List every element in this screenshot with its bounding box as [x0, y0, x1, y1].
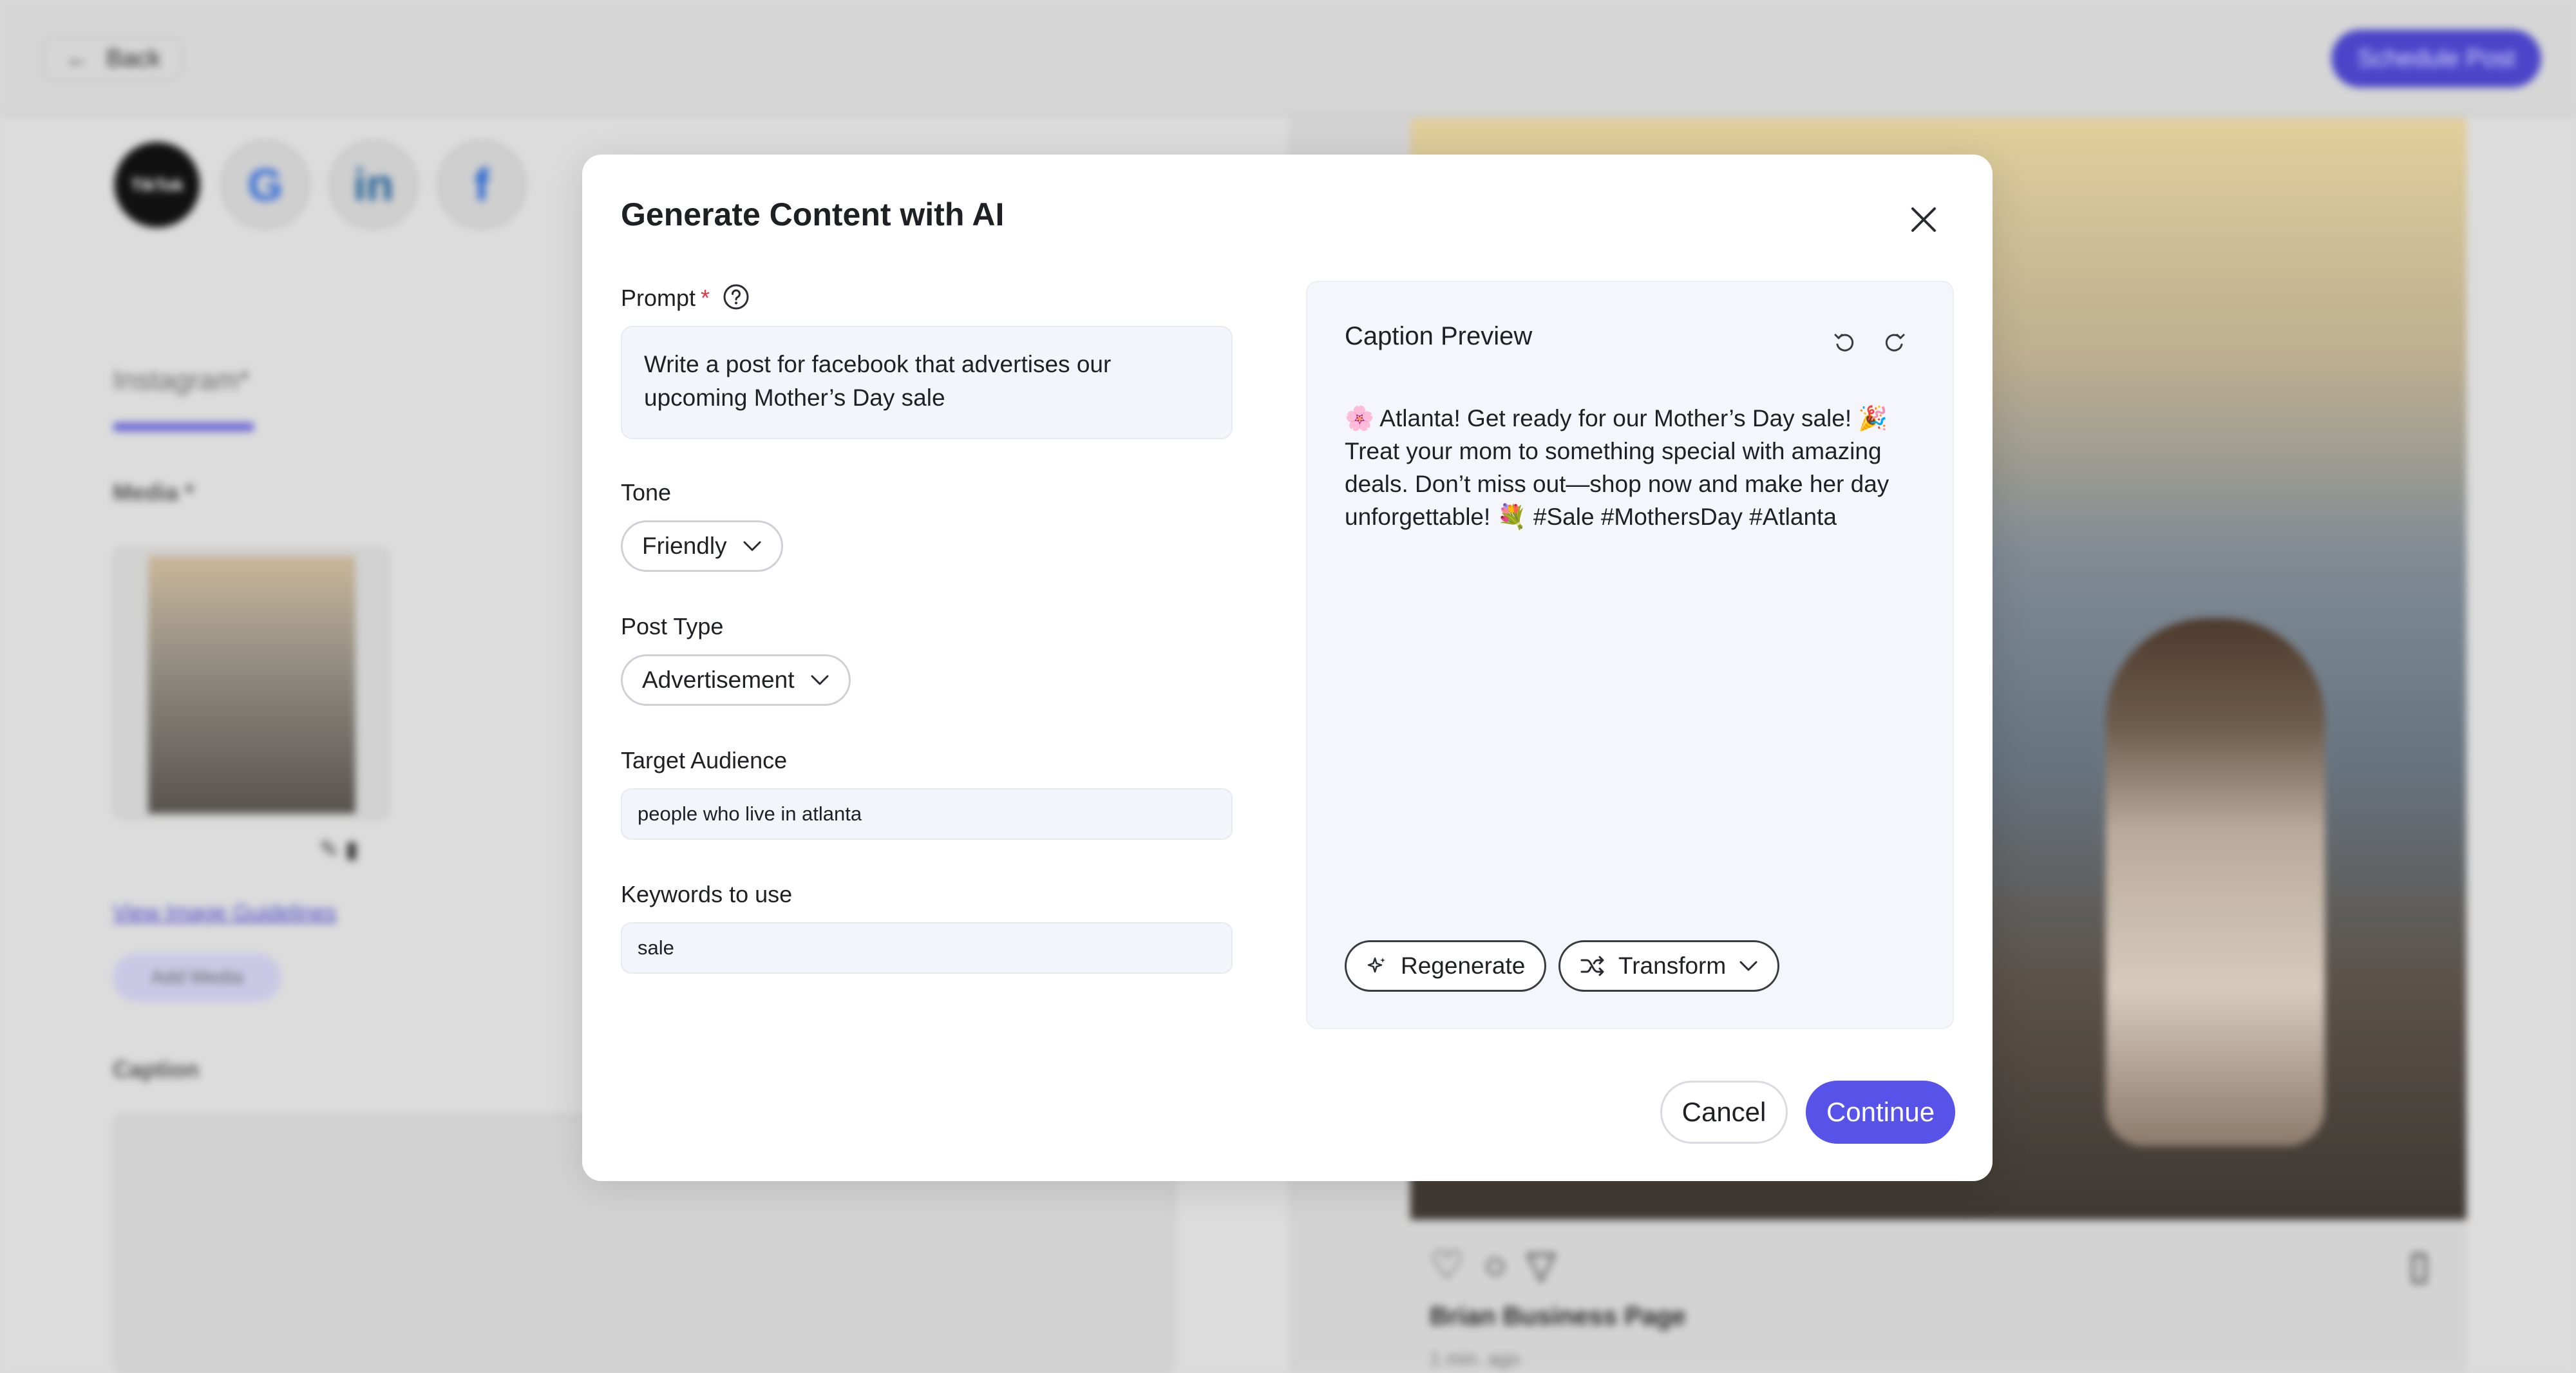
shuffle-icon — [1580, 956, 1604, 976]
tone-dropdown[interactable]: Friendly — [621, 520, 783, 572]
chevron-down-icon — [811, 675, 828, 685]
help-icon[interactable] — [723, 283, 750, 310]
caption-preview-panel: Caption Preview 🌸 Atlanta! Get ready for… — [1306, 281, 1954, 1029]
heart-icon: ♡ — [1430, 1244, 1484, 1287]
share-icon: ▽ — [1526, 1244, 1576, 1287]
tab-instagram[interactable]: Instagram* — [113, 365, 250, 397]
tone-label: Tone — [621, 479, 672, 506]
back-label: Back — [106, 44, 161, 72]
prompt-label: Prompt * — [621, 285, 710, 312]
arrow-left-icon: ← — [65, 44, 90, 72]
schedule-post-button[interactable]: Schedule Post — [2331, 30, 2541, 88]
redo-icon[interactable] — [1883, 331, 1906, 354]
back-button[interactable]: ← Back — [41, 36, 183, 81]
undo-icon[interactable] — [1833, 331, 1856, 354]
keywords-label: Keywords to use — [621, 881, 793, 907]
prompt-label-text: Prompt — [621, 285, 696, 311]
required-mark: * — [701, 285, 710, 311]
regenerate-label: Regenerate — [1401, 952, 1526, 979]
generate-content-modal: Generate Content with AI Prompt * Write a… — [582, 155, 1993, 1181]
post-type-label: Post Type — [621, 613, 724, 639]
caption-preview-title: Caption Preview — [1345, 322, 1533, 350]
prompt-textarea[interactable]: Write a post for facebook that advertise… — [621, 326, 1233, 439]
post-type-dropdown[interactable]: Advertisement — [621, 654, 851, 706]
regenerate-button[interactable]: Regenerate — [1345, 940, 1547, 992]
modal-title: Generate Content with AI — [621, 196, 1005, 232]
trash-icon[interactable]: ▮ — [345, 836, 358, 862]
keywords-input[interactable]: sale — [621, 922, 1233, 974]
pencil-icon[interactable]: ✎ — [319, 836, 339, 862]
tone-value: Friendly — [642, 533, 727, 559]
comment-icon: ○ — [1483, 1244, 1527, 1287]
post-time: 1 min. ago — [1430, 1349, 1520, 1370]
target-audience-input[interactable]: people who live in atlanta — [621, 788, 1233, 840]
transform-label: Transform — [1618, 952, 1727, 979]
post-action-icons: ♡○▽ — [1430, 1243, 1575, 1288]
target-audience-label: Target Audience — [621, 747, 788, 773]
media-edit-icons[interactable]: ✎ ▮ — [319, 836, 358, 863]
tiktok-account-icon[interactable]: TikTok — [113, 140, 202, 229]
transform-dropdown-button[interactable]: Transform — [1558, 940, 1780, 992]
caption-preview-text: 🌸 Atlanta! Get ready for our Mother’s Da… — [1345, 405, 1889, 530]
page-name: Brian Business Page — [1430, 1302, 1686, 1330]
chevron-down-icon — [1739, 961, 1757, 971]
post-type-value: Advertisement — [642, 667, 795, 693]
google-account-icon[interactable]: G — [221, 140, 310, 229]
continue-button[interactable]: Continue — [1806, 1081, 1955, 1144]
facebook-account-icon[interactable]: f — [437, 140, 526, 229]
chevron-down-icon — [743, 541, 761, 551]
media-thumbnail[interactable] — [148, 556, 355, 813]
cancel-button[interactable]: Cancel — [1660, 1081, 1788, 1144]
caption-label: Caption — [113, 1056, 199, 1083]
add-media-button[interactable]: Add Media — [113, 953, 281, 1002]
sparkle-icon — [1367, 957, 1385, 973]
top-bar: ← Back Schedule Post — [0, 0, 2576, 116]
active-tab-indicator — [113, 422, 254, 431]
media-thumbnail-card — [113, 547, 390, 819]
bookmark-icon: ▯ — [2409, 1244, 2430, 1287]
linkedin-account-icon[interactable]: in — [329, 140, 418, 229]
close-icon[interactable] — [1909, 205, 1938, 234]
preview-image-subject — [2106, 618, 2325, 1146]
media-label: Media * — [113, 479, 194, 506]
social-account-list: TikTok G in f — [113, 140, 526, 229]
image-guidelines-link[interactable]: View Image Guidelines — [113, 900, 336, 925]
